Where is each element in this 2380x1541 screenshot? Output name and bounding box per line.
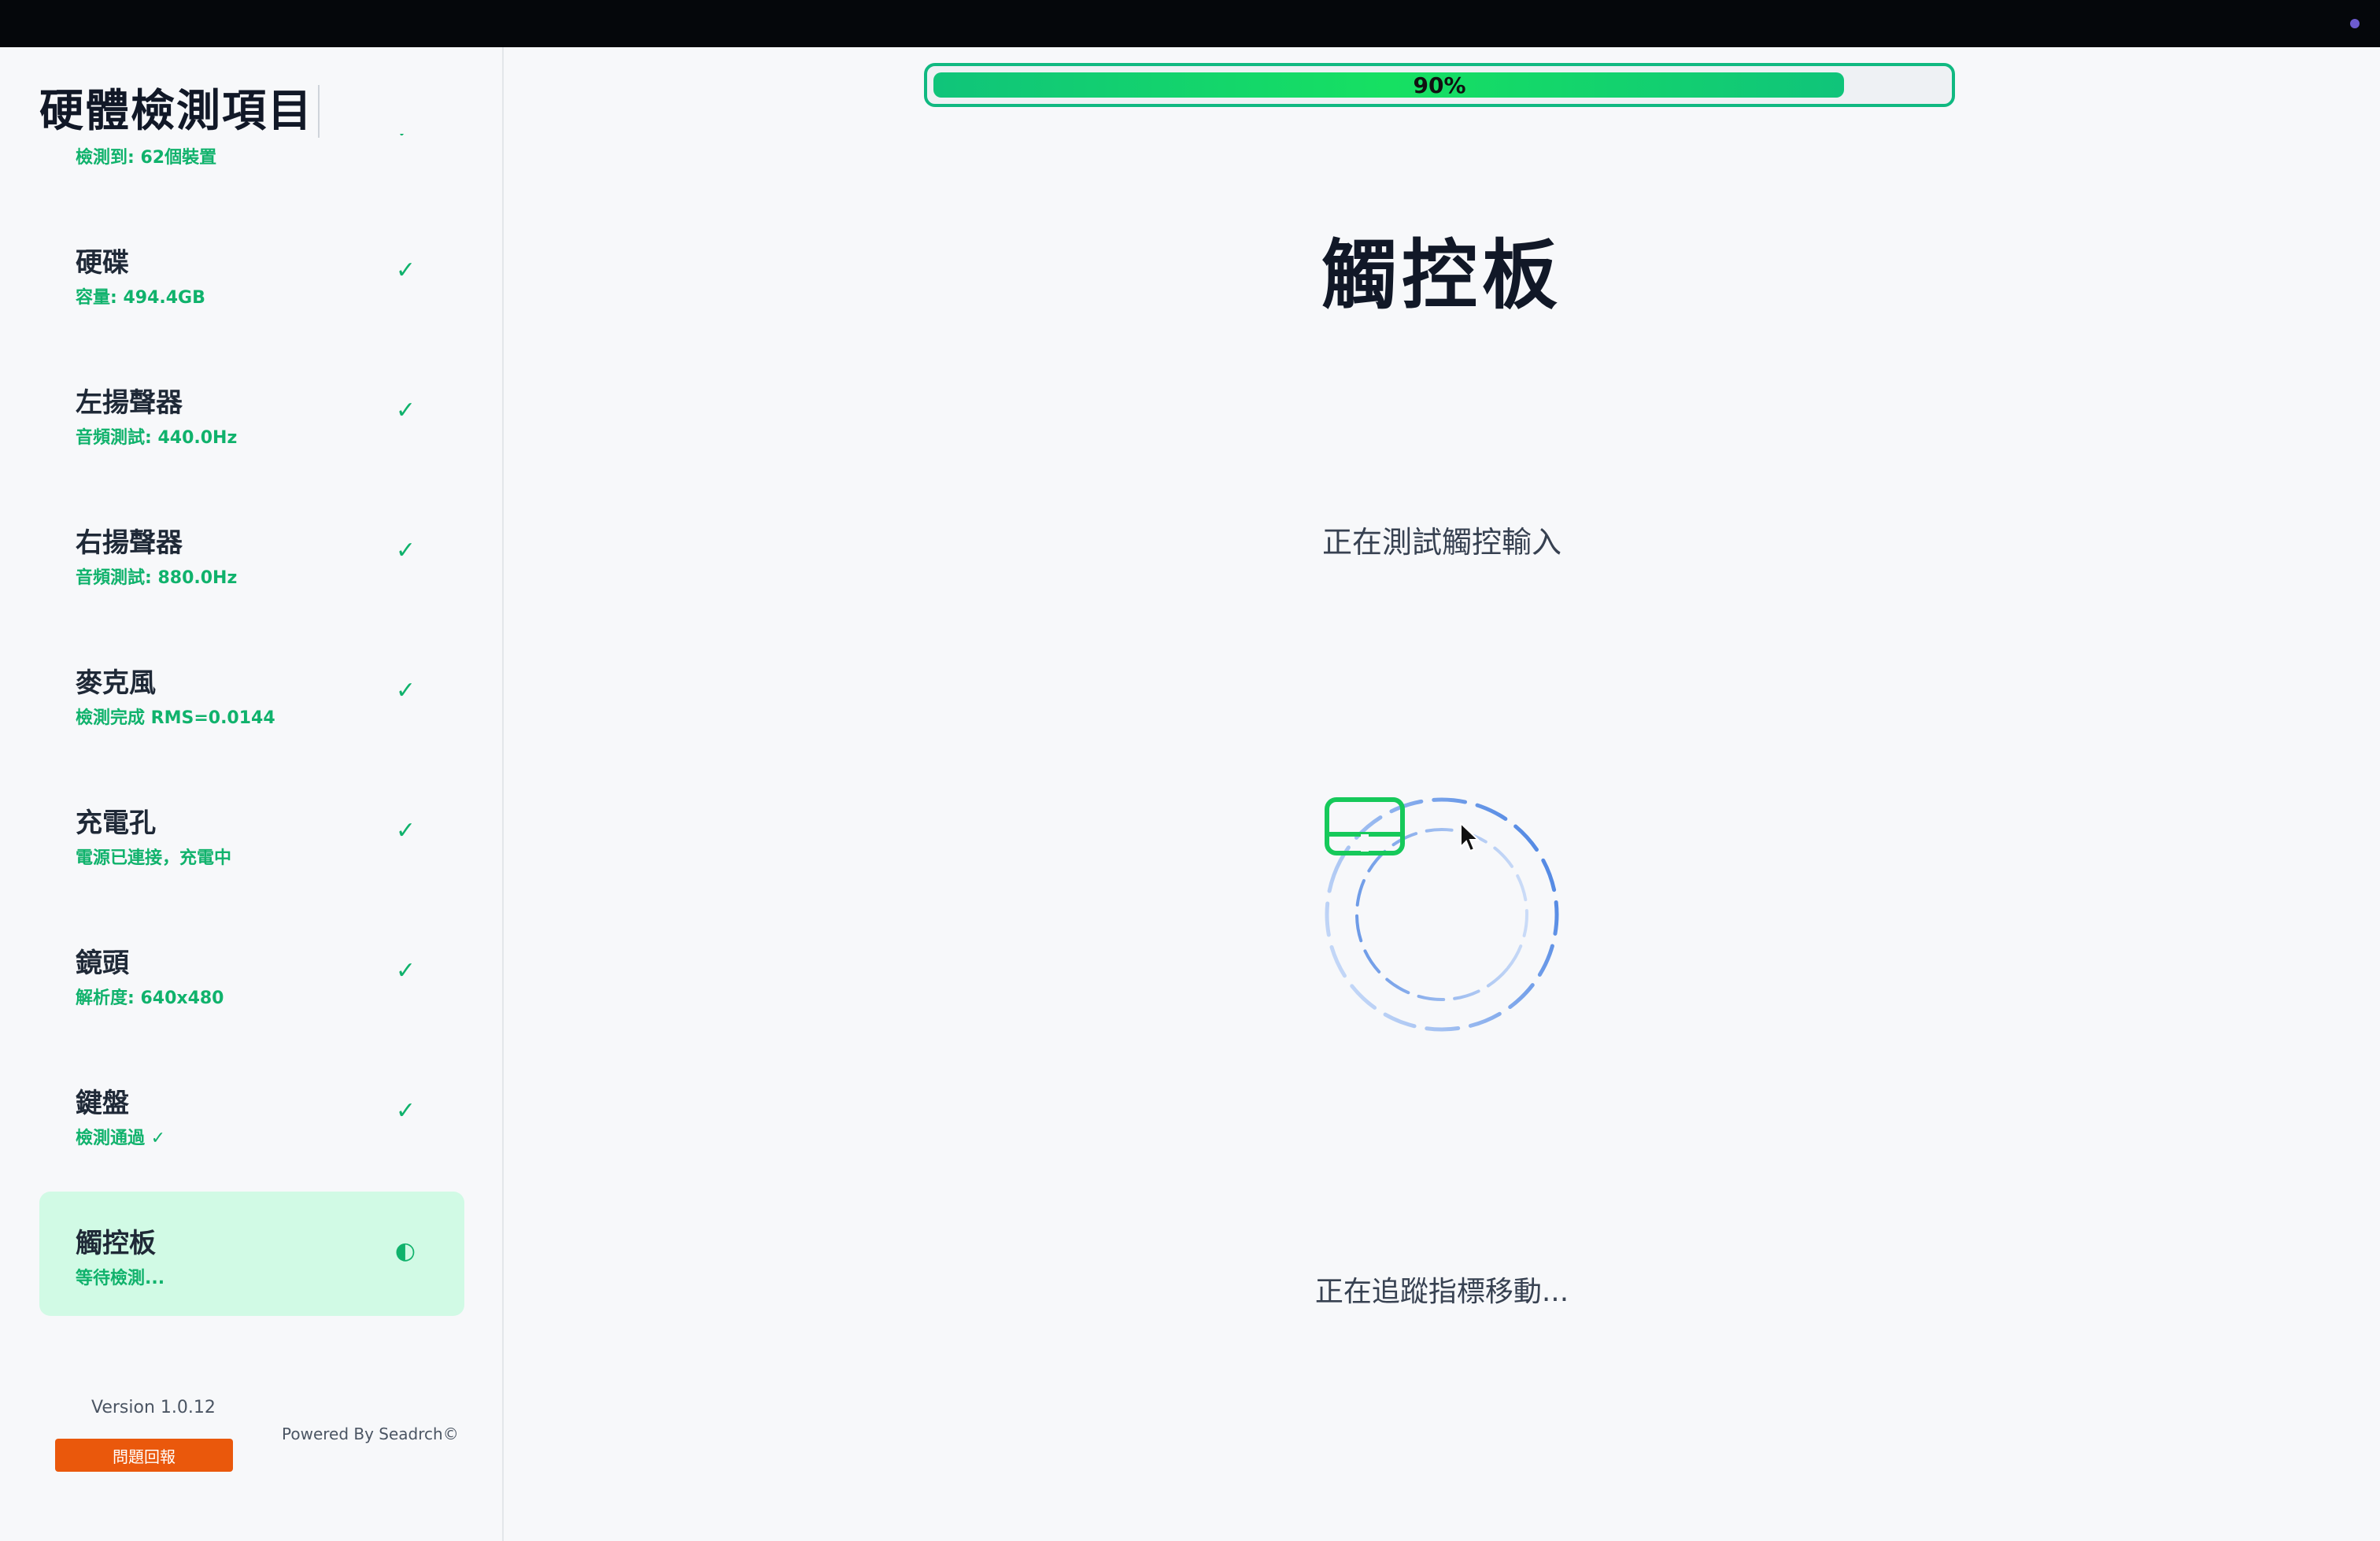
sidebar-item-list[interactable]: 檢測到: 62個裝置 ✓ 硬碟 容量: 494.4GB ✓ 左揚聲器 音頻測試:…: [39, 134, 464, 1456]
main-panel: 90% 觸控板 正在測試觸控輸入 正在追蹤指標移動...: [504, 47, 2380, 1541]
report-issue-button[interactable]: 問題回報: [55, 1439, 233, 1472]
sidebar-item-label: 麥克風: [76, 667, 156, 699]
sidebar-item-label: 鏡頭: [76, 948, 129, 979]
sidebar-item-status: 音頻測試: 440.0Hz: [76, 428, 238, 448]
sidebar-item-label: 左揚聲器: [76, 387, 183, 419]
sidebar-item-label: 觸控板: [76, 1228, 156, 1259]
check-icon: ✓: [395, 1097, 416, 1125]
page-title: 觸控板: [1321, 231, 1562, 320]
sidebar-item-status: 檢測完成 RMS=0.0144: [76, 708, 275, 728]
sidebar-item-charging-port[interactable]: 充電孔 電源已連接，充電中 ✓: [39, 771, 464, 896]
mouse-cursor-icon: [1460, 822, 1480, 852]
sidebar-item-label: 硬碟: [76, 247, 129, 279]
check-icon: ✓: [395, 957, 416, 985]
tracking-status: 正在追蹤指標移動...: [1314, 1276, 1569, 1308]
powered-by-label: Powered By Seadrch©: [282, 1425, 459, 1443]
sidebar-item-status: 等待檢測...: [76, 1269, 165, 1288]
check-icon: ✓: [395, 817, 416, 844]
sidebar-item-microphone[interactable]: 麥克風 檢測完成 RMS=0.0144 ✓: [39, 631, 464, 756]
loading-spinner: [1324, 796, 1560, 1033]
version-label: Version 1.0.12: [91, 1398, 216, 1417]
sidebar-footer: Version 1.0.12 Powered By Seadrch© 問題回報: [0, 1385, 502, 1535]
test-subtitle: 正在測試觸控輸入: [1321, 525, 1561, 560]
sidebar-title: 硬體檢測項目: [39, 85, 320, 139]
sidebar-item-status: 容量: 494.4GB: [76, 288, 205, 308]
sidebar-item-camera[interactable]: 鏡頭 解析度: 640x480 ✓: [39, 911, 464, 1036]
progress-label: 90%: [1413, 72, 1466, 98]
trackpad-icon: [1325, 797, 1405, 855]
status-dot: [2350, 19, 2360, 28]
sidebar: 硬體檢測項目 檢測到: 62個裝置 ✓ 硬碟 容量: 494.4GB ✓ 左揚聲…: [0, 47, 504, 1541]
check-icon: ✓: [395, 257, 416, 284]
sidebar-item-status: 音頻測試: 880.0Hz: [76, 568, 238, 588]
check-icon: ✓: [395, 397, 416, 424]
half-circle-icon: ◐: [394, 1237, 416, 1265]
sidebar-item-status: 電源已連接，充電中: [76, 848, 232, 868]
check-icon: ✓: [395, 677, 416, 704]
sidebar-item-label: 鍵盤: [76, 1088, 129, 1119]
sidebar-item-status: 檢測通過 ✓: [76, 1129, 166, 1148]
sidebar-item-disk[interactable]: 硬碟 容量: 494.4GB ✓: [39, 211, 464, 335]
sidebar-item-left-speaker[interactable]: 左揚聲器 音頻測試: 440.0Hz ✓: [39, 351, 464, 475]
sidebar-item-label: 充電孔: [76, 807, 156, 839]
top-bar: [0, 0, 2380, 47]
sidebar-item-status: 檢測到: 62個裝置: [76, 148, 217, 168]
sidebar-item-status: 解析度: 640x480: [76, 989, 224, 1008]
check-icon: ✓: [395, 537, 416, 564]
sidebar-item-label: 右揚聲器: [76, 527, 183, 559]
sidebar-item-keyboard[interactable]: 鍵盤 檢測通過 ✓ ✓: [39, 1051, 464, 1176]
sidebar-item-devices[interactable]: 檢測到: 62個裝置 ✓: [39, 134, 464, 195]
sidebar-item-right-speaker[interactable]: 右揚聲器 音頻測試: 880.0Hz ✓: [39, 491, 464, 615]
progress-bar: 90%: [924, 63, 1955, 107]
check-icon: ✓: [396, 134, 416, 144]
sidebar-item-trackpad[interactable]: 觸控板 等待檢測... ◐: [39, 1192, 464, 1316]
